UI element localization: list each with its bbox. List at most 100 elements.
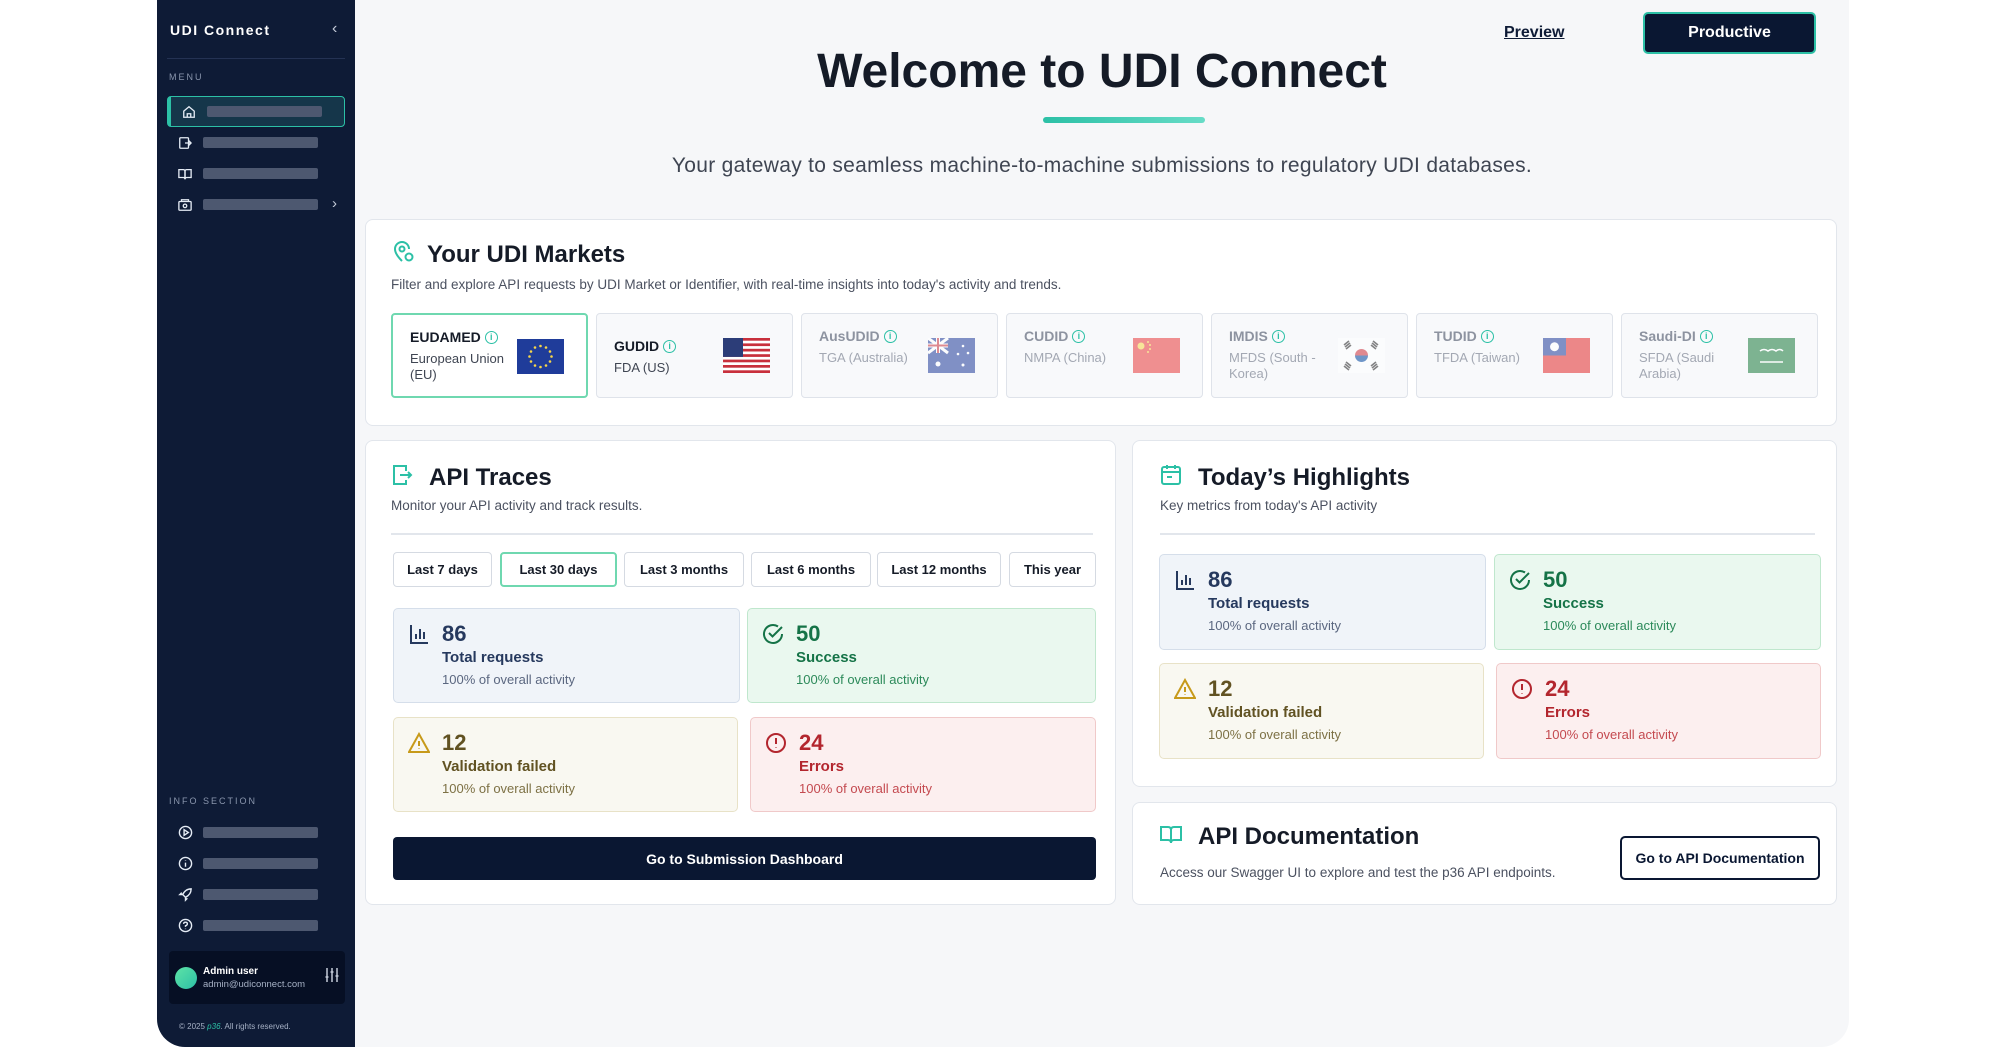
app-title: UDI Connect bbox=[170, 22, 271, 38]
info-item-about[interactable] bbox=[167, 848, 345, 879]
check-circle-icon bbox=[1510, 570, 1530, 590]
range-last-7-days[interactable]: Last 7 days bbox=[393, 552, 492, 587]
range-this-year[interactable]: This year bbox=[1009, 552, 1096, 587]
info-icon[interactable]: i bbox=[883, 329, 897, 343]
stat-value: 50 bbox=[1543, 567, 1568, 592]
market-gudid[interactable]: GUDID i FDA (US) bbox=[596, 313, 793, 398]
card-divider bbox=[1160, 533, 1815, 535]
page-title: Welcome to UDI Connect bbox=[817, 45, 1387, 98]
sidebar-item-label-placeholder bbox=[203, 137, 318, 148]
info-icon[interactable]: i bbox=[1480, 329, 1494, 343]
error-circle-icon bbox=[1512, 679, 1532, 699]
stat-validation-failed: 12 Validation failed 100% of overall act… bbox=[393, 717, 738, 812]
stat-subtext: 100% of overall activity bbox=[1545, 727, 1678, 742]
highlights-description: Key metrics from today's API activity bbox=[1160, 498, 1378, 513]
stat-subtext: 100% of overall activity bbox=[442, 781, 575, 796]
stat-subtext: 100% of overall activity bbox=[799, 781, 932, 796]
market-name-text: Saudi-DI bbox=[1639, 328, 1696, 344]
api-docs-description: Access our Swagger UI to explore and tes… bbox=[1160, 865, 1556, 880]
copyright-year: 2025 bbox=[187, 1022, 205, 1031]
markets-description: Filter and explore API requests by UDI M… bbox=[391, 277, 1062, 292]
user-name: Admin user bbox=[203, 965, 259, 977]
sidebar-item-documentation[interactable] bbox=[167, 158, 345, 189]
menu-section-label: MENU bbox=[169, 72, 204, 82]
info-item-release[interactable] bbox=[167, 879, 345, 910]
sidebar-item-home[interactable] bbox=[167, 96, 345, 127]
sidebar: UDI Connect ‹ MENU › INFO SECTION Admin … bbox=[157, 0, 355, 1047]
footer-brand: p36 bbox=[207, 1022, 221, 1031]
range-last-30-days[interactable]: Last 30 days bbox=[500, 552, 617, 587]
collapse-sidebar-icon[interactable]: ‹ bbox=[332, 20, 337, 38]
saudi-arabia-flag-icon bbox=[1748, 338, 1795, 373]
stat-label: Success bbox=[1543, 595, 1604, 612]
stat-subtext: 100% of overall activity bbox=[1543, 618, 1676, 633]
bar-chart-icon bbox=[1176, 571, 1194, 590]
location-pin-icon bbox=[391, 240, 415, 269]
taiwan-flag-icon bbox=[1543, 338, 1590, 373]
stat-label: Validation failed bbox=[1208, 704, 1323, 721]
sidebar-item-submissions[interactable] bbox=[167, 127, 345, 158]
sliders-icon[interactable] bbox=[325, 967, 339, 986]
error-circle-icon bbox=[766, 733, 786, 753]
api-traces-header: API Traces bbox=[391, 463, 552, 492]
card-divider bbox=[391, 533, 1093, 535]
info-icon[interactable]: i bbox=[1271, 329, 1285, 343]
info-section-label: INFO SECTION bbox=[169, 796, 258, 806]
stat-value: 24 bbox=[799, 730, 824, 755]
export-document-icon bbox=[391, 463, 413, 492]
stat-label: Total requests bbox=[442, 649, 544, 666]
stat-label: Errors bbox=[799, 758, 845, 775]
api-documentation-button[interactable]: Go to API Documentation bbox=[1620, 836, 1820, 880]
market-name-text: EUDAMED bbox=[410, 329, 481, 345]
market-name-text: TUDID bbox=[1434, 328, 1477, 344]
book-icon bbox=[1160, 825, 1182, 850]
api-docs-title: API Documentation bbox=[1198, 823, 1420, 850]
stat-subtext: 100% of overall activity bbox=[1208, 618, 1341, 633]
highlights-header: Today’s Highlights bbox=[1160, 463, 1410, 492]
highlights-title: Today’s Highlights bbox=[1198, 463, 1411, 491]
range-last-3-months[interactable]: Last 3 months bbox=[624, 552, 744, 587]
info-icon[interactable]: i bbox=[484, 330, 498, 344]
avatar bbox=[175, 966, 197, 989]
stat-label: Errors bbox=[1545, 704, 1591, 721]
market-region: European Union (EU) bbox=[410, 351, 504, 382]
export-document-icon bbox=[177, 135, 193, 151]
market-ausudid[interactable]: AusUDID i TGA (Australia) bbox=[801, 313, 998, 398]
info-icon[interactable]: i bbox=[1072, 329, 1086, 343]
stat-errors: 24 Errors 100% of overall activity bbox=[750, 717, 1096, 812]
south-korea-flag-icon bbox=[1338, 338, 1385, 373]
info-item-help[interactable] bbox=[167, 910, 345, 941]
page-subtitle: Your gateway to seamless machine-to-mach… bbox=[671, 154, 1533, 177]
info-icon[interactable]: i bbox=[663, 339, 677, 353]
chevron-right-icon[interactable]: › bbox=[332, 195, 337, 212]
market-region: TFDA (Taiwan) bbox=[1434, 350, 1520, 365]
footer-rights: . All rights reserved. bbox=[220, 1022, 291, 1031]
info-item-play[interactable] bbox=[167, 817, 345, 848]
warning-icon bbox=[408, 732, 430, 753]
sidebar-item-label-placeholder bbox=[207, 106, 322, 117]
market-eudamed[interactable]: EUDAMED i European Union (EU) bbox=[391, 313, 588, 398]
australia-flag-icon bbox=[928, 338, 975, 373]
info-icon[interactable]: i bbox=[1699, 329, 1713, 343]
us-flag-icon bbox=[723, 338, 770, 373]
submission-dashboard-button[interactable]: Go to Submission Dashboard bbox=[393, 837, 1096, 880]
market-tudid[interactable]: TUDID i TFDA (Taiwan) bbox=[1416, 313, 1613, 398]
market-imdis[interactable]: IMDIS i MFDS (South - Korea) bbox=[1211, 313, 1408, 398]
sidebar-item-settings[interactable]: › bbox=[167, 189, 345, 220]
sidebar-menu: › bbox=[167, 96, 345, 220]
range-last-12-months[interactable]: Last 12 months bbox=[877, 552, 1001, 587]
stat-value: 12 bbox=[442, 730, 467, 755]
preview-link[interactable]: Preview bbox=[1504, 24, 1564, 42]
markets-header: Your UDI Markets bbox=[391, 240, 625, 269]
range-last-6-months[interactable]: Last 6 months bbox=[751, 552, 871, 587]
market-saudi-di[interactable]: Saudi-DI i SFDA (Saudi Arabia) bbox=[1621, 313, 1818, 398]
api-traces-title: API Traces bbox=[429, 463, 552, 491]
info-item-label-placeholder bbox=[203, 889, 318, 900]
copyright-footer: © 2025 p36. All rights reserved. bbox=[179, 1022, 291, 1031]
market-cudid[interactable]: CUDID i NMPA (China) bbox=[1006, 313, 1203, 398]
check-circle-icon bbox=[763, 624, 783, 644]
highlight-validation-failed: 12 Validation failed 100% of overall act… bbox=[1159, 663, 1484, 759]
user-card[interactable]: Admin user admin@udiconnect.com bbox=[169, 951, 345, 1004]
market-region: NMPA (China) bbox=[1024, 350, 1107, 365]
udi-markets-card: Your UDI Markets Filter and explore API … bbox=[365, 219, 1837, 426]
